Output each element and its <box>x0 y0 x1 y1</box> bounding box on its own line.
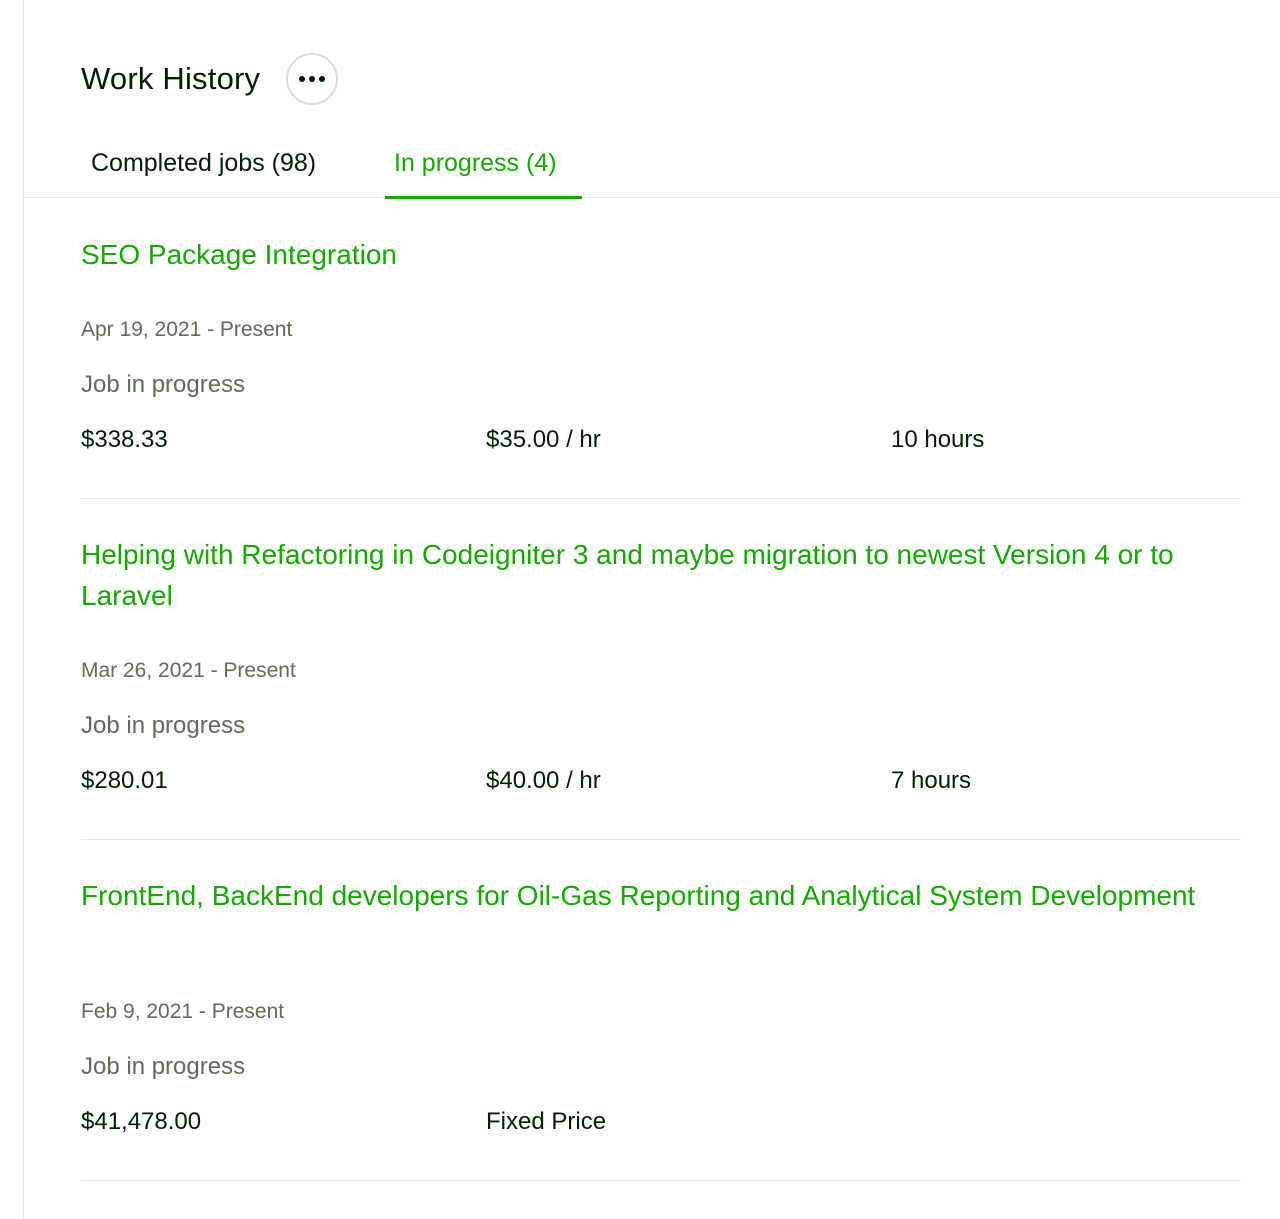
job-date: Feb 9, 2021 - Present <box>81 1000 285 1023</box>
tab-in-progress[interactable]: In progress (4) <box>385 128 582 199</box>
job-title-link[interactable]: Helping with Refactoring in Codeigniter … <box>81 534 1241 616</box>
job-rate: $40.00 / hr <box>486 767 601 794</box>
job-date: Apr 19, 2021 - Present <box>81 318 293 341</box>
job-item: FrontEnd, BackEnd developers for Oil-Gas… <box>81 875 1241 1181</box>
work-history-header: Work History <box>81 52 339 106</box>
job-status: Job in progress <box>81 371 246 398</box>
work-history-tabs: Completed jobs (98) In progress (4) <box>24 128 1280 199</box>
job-title-link[interactable]: FrontEnd, BackEnd developers for Oil-Gas… <box>81 875 1241 916</box>
job-earned: $280.01 <box>81 767 168 794</box>
job-item: Helping with Refactoring in Codeigniter … <box>81 534 1241 840</box>
job-rate: Fixed Price <box>486 1108 607 1135</box>
job-hours: 7 hours <box>891 767 972 794</box>
tab-completed-jobs[interactable]: Completed jobs (98) <box>82 128 325 198</box>
more-horizontal-icon <box>299 76 326 82</box>
section-title: Work History <box>81 61 261 96</box>
job-item: SEO Package Integration Apr 19, 2021 - P… <box>81 234 1241 499</box>
job-rate: $35.00 / hr <box>486 426 601 453</box>
job-status: Job in progress <box>81 712 246 739</box>
more-options-button[interactable] <box>286 53 339 105</box>
job-status: Job in progress <box>81 1053 246 1080</box>
work-history-panel: Work History Completed jobs (98) In prog… <box>23 0 1280 1219</box>
job-earned: $338.33 <box>81 426 168 453</box>
job-earned: $41,478.00 <box>81 1108 202 1135</box>
job-title-link[interactable]: SEO Package Integration <box>81 234 1241 275</box>
job-hours: 10 hours <box>891 426 985 453</box>
job-date: Mar 26, 2021 - Present <box>81 659 296 682</box>
